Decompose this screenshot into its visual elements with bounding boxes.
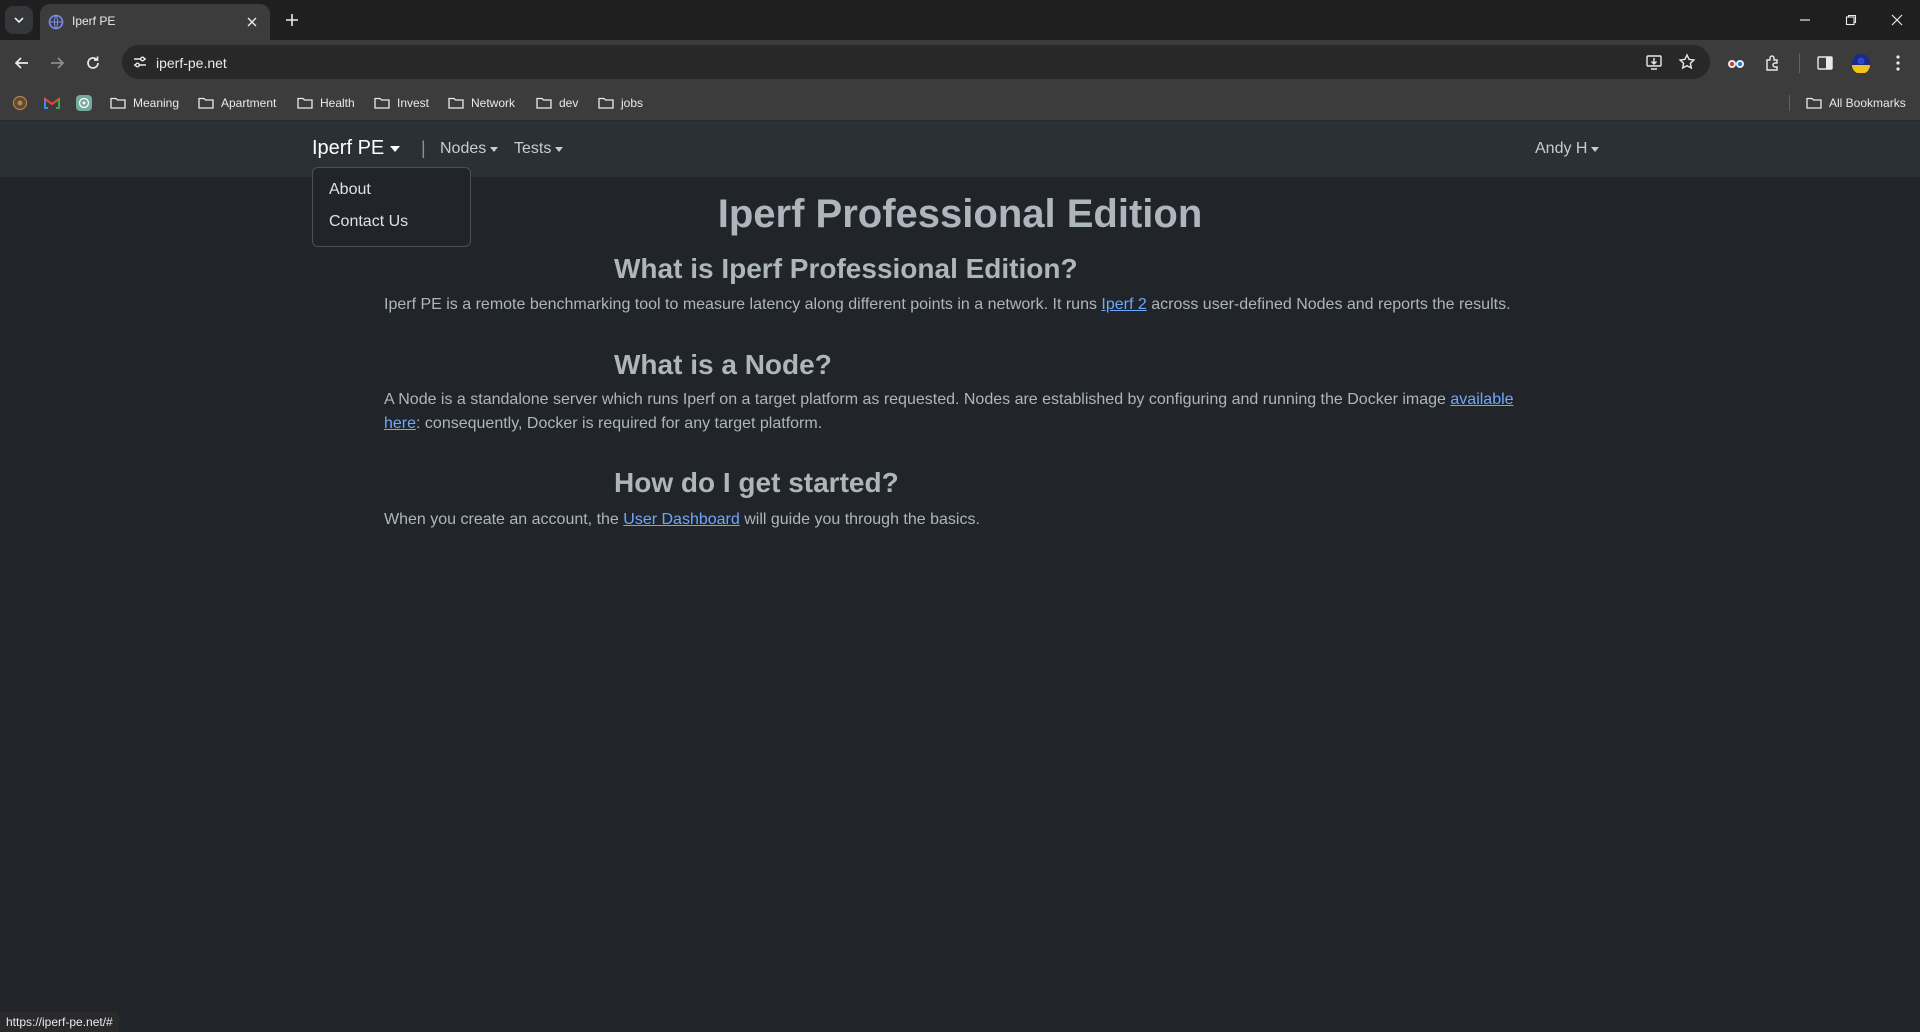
menu-kebab-icon[interactable] [1885,50,1911,76]
site-navbar: Iperf PE | Nodes Tests Andy H [0,121,1920,177]
bookmark-label: jobs [621,96,644,110]
folder-icon [598,97,614,109]
site-info-icon[interactable] [128,50,152,74]
bookmark-folder-network[interactable]: Network [448,92,515,114]
nav-tests-dropdown[interactable]: Tests [514,140,564,158]
bookmark-folder-invest[interactable]: Invest [374,92,429,114]
status-bar-url: https://iperf-pe.net/# [0,1012,119,1032]
section-paragraph-what-is: Iperf PE is a remote benchmarking tool t… [384,296,1511,313]
gmail-icon[interactable] [43,94,61,112]
new-tab-button[interactable] [280,8,304,32]
folder-icon [297,97,313,109]
page-title: Iperf Professional Edition [717,192,1203,236]
bookmark-label: Apartment [221,96,277,110]
caret-down-icon [1591,146,1600,152]
profile-avatar-icon[interactable] [1848,50,1874,76]
address-bar[interactable]: iperf-pe.net [122,45,1710,79]
close-window-button[interactable] [1882,6,1912,34]
brand-label: Iperf PE [312,137,385,159]
restore-button[interactable] [1836,6,1866,34]
install-app-icon[interactable] [1642,50,1666,74]
folder-icon [448,97,464,109]
dropdown-item-contact[interactable]: Contact Us [329,213,408,231]
folder-icon [110,97,126,109]
bookmark-label: Network [471,96,516,110]
bookmark-label: dev [559,96,579,110]
section-heading-node: What is a Node? [614,349,832,380]
globe-icon [48,14,64,30]
caret-down-icon [490,146,499,152]
section-heading-what-is: What is Iperf Professional Edition? [614,253,1078,284]
toolbar-separator [1799,53,1800,73]
browser-tab[interactable]: Iperf PE [40,4,270,40]
arrow-right-icon [51,57,65,69]
all-bookmarks-label: All Bookmarks [1829,96,1906,110]
user-menu-dropdown[interactable]: Andy H [1535,140,1600,158]
section-paragraph-node: A Node is a standalone server which runs… [384,391,1514,432]
iperf2-link[interactable]: Iperf 2 [1101,296,1146,313]
forward-button[interactable] [42,48,72,78]
bookmarks-separator [1789,95,1790,111]
url-text: iperf-pe.net [156,55,227,71]
arrow-left-icon [14,57,28,69]
nav-divider: | [421,138,426,158]
all-bookmarks-button[interactable]: All Bookmarks [1806,92,1906,114]
folder-icon [374,97,390,109]
caret-down-icon [390,145,401,152]
bookmark-site-icon[interactable] [11,94,29,112]
browser-toolbar: iperf-pe.net [0,40,1920,86]
side-panel-icon[interactable] [1812,50,1838,76]
bookmark-label: Invest [397,96,430,110]
bookmark-folder-health[interactable]: Health [297,92,355,114]
bookmarks-bar: Meaning Apartment Health Invest Network … [0,86,1920,121]
minimize-icon [1800,19,1810,21]
section-paragraph-get-started: When you create an account, the User Das… [384,511,980,528]
tab-title: Iperf PE [72,14,116,28]
restore-icon [1845,14,1857,26]
nav-nodes-dropdown[interactable]: Nodes [440,140,499,158]
extension-glasses-icon[interactable] [1723,50,1749,76]
bookmark-star-icon[interactable] [1675,50,1699,74]
brand-dropdown-toggle[interactable]: Iperf PE [312,137,401,160]
brand-dropdown-menu: About Contact Us [312,167,471,247]
bookmark-folder-apartment[interactable]: Apartment [198,92,276,114]
minimize-button[interactable] [1790,6,1820,34]
bookmark-label: Health [320,96,355,110]
user-dashboard-link[interactable]: User Dashboard [623,511,740,528]
nav-tests-label: Tests [514,140,552,157]
reload-icon [87,56,99,69]
plus-icon [286,14,298,26]
close-icon [1891,14,1903,26]
chatgpt-icon[interactable] [75,94,93,112]
folder-icon [536,97,552,109]
close-tab-icon[interactable] [242,12,262,32]
folder-icon [1806,97,1822,109]
folder-icon [198,97,214,109]
extensions-puzzle-icon[interactable] [1760,50,1786,76]
bookmark-folder-meaning[interactable]: Meaning [110,92,179,114]
bookmark-label: Meaning [133,96,180,110]
nav-nodes-label: Nodes [440,140,487,157]
reload-button[interactable] [78,48,108,78]
section-heading-get-started: How do I get started? [614,467,899,498]
user-name: Andy H [1535,140,1588,157]
caret-down-icon [555,146,564,152]
bookmark-folder-dev[interactable]: dev [536,92,578,114]
chevron-down-icon [14,17,24,24]
dropdown-item-about[interactable]: About [329,181,371,199]
tab-search-button[interactable] [5,6,33,34]
back-button[interactable] [7,48,37,78]
bookmark-folder-jobs[interactable]: jobs [598,92,643,114]
browser-titlebar: Iperf PE [0,0,1920,40]
